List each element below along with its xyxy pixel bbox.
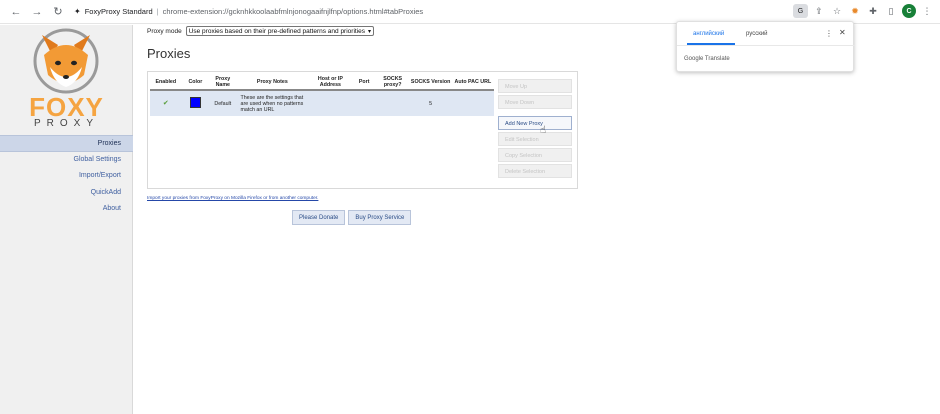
extensions-puzzle-icon[interactable]: ✚ — [866, 4, 880, 18]
cell-pac-url — [451, 90, 494, 116]
proxy-mode-value: Use proxies based on their pre-defined p… — [188, 27, 366, 35]
please-donate-button[interactable]: Please Donate — [292, 210, 346, 225]
sidebar-menu: Proxies Global Settings Import/Export Qu… — [0, 135, 133, 218]
cell-proxy-name: Default — [209, 90, 237, 116]
delete-selection-button[interactable]: Delete Selection — [498, 164, 572, 178]
address-url: chrome-extension://gcknhkkoolaabfmlnjono… — [162, 7, 424, 16]
sidebar: FOXY PROXY Proxies Global Settings Impor… — [0, 25, 133, 414]
col-port: Port — [352, 74, 376, 91]
fox-head-icon — [33, 28, 99, 94]
proxy-actions: Move Up Move Down Add New Proxy Edit Sel… — [498, 79, 572, 180]
table-row[interactable]: ✔ Default These are the settings that ar… — [150, 90, 494, 116]
forward-icon[interactable]: → — [29, 4, 45, 20]
sidebar-item-about[interactable]: About — [0, 201, 133, 218]
sidebar-item-global-settings[interactable]: Global Settings — [0, 152, 133, 169]
cell-port — [352, 90, 376, 116]
cell-proxy-notes: These are the settings that are used whe… — [236, 90, 309, 116]
reload-icon[interactable]: ↻ — [50, 4, 66, 20]
proxies-table: Enabled Color Proxy Name Proxy Notes Hos… — [150, 74, 494, 116]
extension-icon: ✦ — [74, 7, 81, 16]
check-icon: ✔ — [162, 99, 169, 107]
col-proxy-notes: Proxy Notes — [236, 74, 309, 91]
sidebar-item-import-export[interactable]: Import/Export — [0, 168, 133, 185]
move-up-button[interactable]: Move Up — [498, 79, 572, 93]
cell-color — [181, 90, 210, 116]
col-proxy-name: Proxy Name — [209, 74, 237, 91]
foxyproxy-extension-icon[interactable]: ✹ — [848, 4, 862, 18]
sidebar-item-quickadd[interactable]: QuickAdd — [0, 185, 133, 202]
google-translate-brand: Google Translate — [684, 56, 730, 62]
col-color: Color — [181, 74, 210, 91]
page-title-text: FoxyProxy Standard — [84, 7, 153, 16]
toolbar-actions: G ⇪ ☆ ✹ ✚ ▯ C ⋮ — [789, 4, 934, 18]
sidebar-item-proxies[interactable]: Proxies — [0, 135, 133, 152]
page-title: Proxies — [147, 46, 191, 61]
profile-avatar[interactable]: C — [902, 4, 916, 18]
col-pac-url: Auto PAC URL — [451, 74, 494, 91]
back-icon[interactable]: ← — [8, 4, 24, 20]
address-separator: | — [156, 7, 159, 16]
bottom-buttons: Please Donate Buy Proxy Service — [292, 210, 414, 225]
edit-selection-button[interactable]: Edit Selection — [498, 132, 572, 146]
col-socks-version: SOCKS Version — [409, 74, 452, 91]
hand-cursor-icon: ☝ — [540, 125, 547, 136]
table-header-row: Enabled Color Proxy Name Proxy Notes Hos… — [150, 74, 494, 91]
col-enabled: Enabled — [150, 74, 182, 91]
more-options-icon[interactable]: ⋮ — [825, 29, 833, 38]
translate-tab-target[interactable]: русский — [746, 31, 768, 37]
foxyproxy-logo: FOXY PROXY — [0, 25, 133, 133]
proxy-mode-row: Proxy mode Use proxies based on their pr… — [147, 26, 375, 36]
translate-icon[interactable]: G — [793, 4, 808, 18]
copy-selection-button[interactable]: Copy Selection — [498, 148, 572, 162]
proxy-mode-select[interactable]: Use proxies based on their pre-defined p… — [185, 26, 375, 36]
move-down-button[interactable]: Move Down — [498, 95, 572, 109]
translate-tab-source[interactable]: английский — [693, 31, 724, 37]
bookmark-star-icon[interactable]: ☆ — [830, 4, 844, 18]
chrome-menu-icon[interactable]: ⋮ — [920, 4, 934, 18]
cell-socks-version: 5 — [409, 90, 452, 116]
popup-divider — [677, 45, 855, 46]
cell-host — [308, 90, 353, 116]
chevron-down-icon: ▾ — [368, 28, 372, 35]
col-host: Host or IP Address — [308, 74, 353, 91]
side-panel-icon[interactable]: ▯ — [884, 4, 898, 18]
import-proxies-link[interactable]: Import your proxies from FoxyProxy on Mo… — [147, 196, 318, 201]
address-bar[interactable]: ✦ FoxyProxy Standard | chrome-extension:… — [74, 3, 423, 21]
cell-socks — [375, 90, 410, 116]
cell-enabled: ✔ — [150, 90, 182, 116]
translate-popup: английский русский ⋮ ✕ Google Translate — [676, 21, 855, 72]
logo-word-proxy: PROXY — [33, 118, 99, 129]
proxy-mode-label: Proxy mode — [147, 27, 182, 35]
close-icon[interactable]: ✕ — [839, 28, 846, 37]
buy-proxy-service-button[interactable]: Buy Proxy Service — [348, 210, 412, 225]
share-icon[interactable]: ⇪ — [812, 4, 826, 18]
color-swatch — [189, 97, 201, 108]
proxies-panel: Enabled Color Proxy Name Proxy Notes Hos… — [147, 71, 578, 189]
col-socks: SOCKS proxy? — [375, 74, 410, 91]
add-new-proxy-button[interactable]: Add New Proxy — [498, 116, 572, 130]
